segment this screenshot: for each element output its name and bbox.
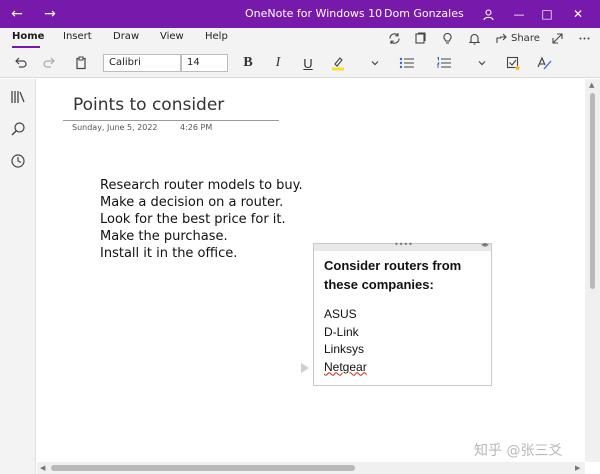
expand-icon[interactable] bbox=[551, 28, 564, 48]
maximize-button[interactable]: □ bbox=[533, 0, 561, 28]
bold-button[interactable]: B bbox=[238, 52, 258, 74]
paragraph-handle-icon[interactable] bbox=[301, 363, 309, 373]
container-heading-line: Consider routers from bbox=[324, 258, 462, 273]
search-icon[interactable] bbox=[8, 119, 28, 139]
watermark: 知乎 @张三爻 bbox=[474, 443, 563, 459]
more-options-icon[interactable] bbox=[578, 28, 591, 48]
page-title[interactable]: Points to consider bbox=[73, 95, 224, 115]
list-options-chevron-icon[interactable] bbox=[473, 52, 491, 74]
recent-clock-icon[interactable] bbox=[8, 151, 28, 171]
scroll-right-icon[interactable]: ▶ bbox=[575, 464, 580, 472]
note-line[interactable]: Install it in the office. bbox=[100, 245, 303, 262]
bell-icon[interactable] bbox=[468, 28, 481, 48]
highlighter-icon[interactable] bbox=[328, 52, 348, 74]
router-brand-list[interactable]: ASUS D-Link Linksys Netgear bbox=[324, 306, 367, 376]
page-canvas[interactable]: Points to consider Sunday, June 5, 2022 … bbox=[37, 79, 585, 462]
tab-help[interactable]: Help bbox=[205, 31, 228, 42]
font-size-select[interactable]: 14 bbox=[181, 54, 228, 72]
bullet-list-icon[interactable] bbox=[396, 52, 418, 74]
redo-icon[interactable] bbox=[40, 52, 60, 74]
title-bar: ← → OneNote for Windows 10 Dom Gonzales … bbox=[0, 0, 600, 28]
list-item[interactable]: Linksys bbox=[324, 341, 367, 359]
user-name[interactable]: Dom Gonzales bbox=[384, 0, 464, 28]
note-line[interactable]: Look for the best price for it. bbox=[100, 211, 303, 228]
close-button[interactable]: ✕ bbox=[564, 0, 592, 28]
chevron-down-icon[interactable] bbox=[366, 52, 384, 74]
font-name-select[interactable]: Calibri bbox=[103, 54, 181, 72]
sync-icon[interactable] bbox=[388, 28, 401, 48]
page-date: Sunday, June 5, 2022 bbox=[72, 123, 158, 132]
container-heading-line: these companies: bbox=[324, 277, 434, 292]
drag-dots-icon: •••• bbox=[394, 240, 413, 249]
notebooks-icon[interactable] bbox=[8, 87, 28, 107]
tab-draw[interactable]: Draw bbox=[113, 31, 139, 42]
tab-insert[interactable]: Insert bbox=[63, 31, 92, 42]
navigation-rail bbox=[0, 79, 36, 474]
vertical-scroll-thumb[interactable] bbox=[590, 93, 595, 289]
resize-handle-icon[interactable]: ◂▸ bbox=[481, 240, 489, 249]
underline-button[interactable]: U bbox=[298, 52, 318, 74]
container-heading[interactable]: Consider routers from these companies: bbox=[324, 256, 489, 294]
lightbulb-icon[interactable] bbox=[441, 28, 454, 48]
user-avatar-icon[interactable] bbox=[474, 0, 502, 28]
list-item[interactable]: D-Link bbox=[324, 324, 367, 342]
ribbon-tabs: Home Insert Draw View Help Share bbox=[0, 28, 600, 48]
vertical-scrollbar[interactable]: ▲ bbox=[585, 79, 600, 462]
app-title: OneNote for Windows 10 bbox=[245, 7, 383, 20]
minimize-button[interactable]: — bbox=[505, 0, 533, 28]
share-label: Share bbox=[511, 32, 540, 44]
container-drag-handle[interactable]: •••• ◂▸ bbox=[314, 240, 491, 251]
spelling-icon[interactable] bbox=[534, 52, 554, 74]
scroll-left-icon[interactable]: ◀ bbox=[40, 464, 45, 472]
list-item[interactable]: Netgear bbox=[324, 359, 367, 377]
undo-icon[interactable] bbox=[10, 52, 30, 74]
title-underline bbox=[63, 120, 279, 121]
clipboard-icon[interactable] bbox=[71, 52, 91, 74]
horizontal-scrollbar[interactable]: ◀ ▶ bbox=[37, 462, 585, 474]
scroll-up-icon[interactable]: ▲ bbox=[589, 81, 594, 89]
tab-home[interactable]: Home bbox=[12, 31, 44, 42]
note-line[interactable]: Make a decision on a router. bbox=[100, 194, 303, 211]
misspelled-word[interactable]: Netgear bbox=[324, 360, 367, 374]
share-icon bbox=[496, 33, 507, 43]
horizontal-scroll-thumb[interactable] bbox=[51, 465, 355, 471]
tag-checkbox-icon[interactable] bbox=[503, 52, 523, 74]
formatting-toolbar: Calibri 14 B I U bbox=[0, 48, 600, 78]
list-item[interactable]: ASUS bbox=[324, 306, 367, 324]
note-line[interactable]: Research router models to buy. bbox=[100, 177, 303, 194]
numbered-list-icon[interactable] bbox=[433, 52, 455, 74]
note-line[interactable]: Make the purchase. bbox=[100, 228, 303, 245]
note-text-container[interactable]: Research router models to buy. Make a de… bbox=[100, 177, 303, 262]
share-button[interactable]: Share bbox=[495, 28, 540, 48]
page-time: 4:26 PM bbox=[180, 123, 213, 132]
tab-view[interactable]: View bbox=[160, 31, 184, 42]
note-container-box[interactable]: •••• ◂▸ Consider routers from these comp… bbox=[313, 240, 492, 386]
notebook-view-icon[interactable] bbox=[414, 28, 427, 48]
italic-button[interactable]: I bbox=[268, 52, 288, 74]
